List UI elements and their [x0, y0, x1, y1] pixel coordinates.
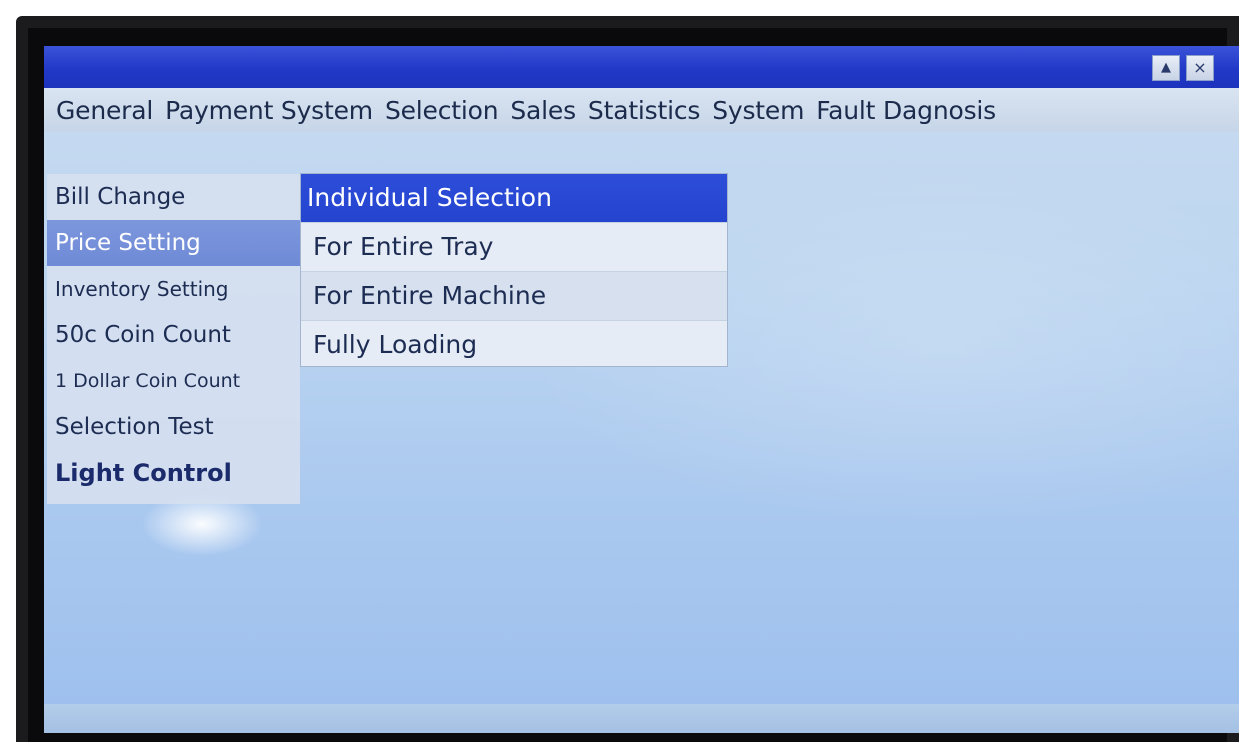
title-bar: ▲ ×: [44, 46, 1239, 88]
menu-item-price-setting[interactable]: Price Setting: [47, 220, 300, 266]
submenu-item-fully-loading[interactable]: Fully Loading: [301, 321, 727, 369]
menu-fault-diagnosis[interactable]: Fault Dagnosis: [816, 96, 996, 125]
close-button[interactable]: ×: [1186, 55, 1214, 81]
general-dropdown-menu: Bill Change Price Setting Inventory Sett…: [47, 174, 300, 504]
menu-item-50c-coin-count[interactable]: 50c Coin Count: [47, 312, 300, 358]
menu-general[interactable]: General: [56, 96, 153, 125]
close-icon: ×: [1193, 58, 1207, 77]
menu-bar: General Payment System Selection Sales S…: [44, 88, 1239, 132]
menu-item-bill-change[interactable]: Bill Change: [47, 174, 300, 220]
menu-statistics[interactable]: Statistics: [588, 96, 700, 125]
status-bar: [44, 704, 1239, 733]
menu-sales[interactable]: Sales: [510, 96, 576, 125]
screen: ▲ × General Payment System Selection Sal…: [44, 46, 1239, 733]
menu-item-1-dollar-coin-count[interactable]: 1 Dollar Coin Count: [47, 358, 300, 404]
submenu-item-individual-selection[interactable]: Individual Selection: [301, 174, 727, 223]
device-frame: ▲ × General Payment System Selection Sal…: [16, 16, 1239, 742]
price-setting-submenu: Individual Selection For Entire Tray For…: [300, 173, 728, 367]
menu-item-light-control[interactable]: Light Control: [47, 450, 300, 496]
scroll-up-button[interactable]: ▲: [1152, 55, 1180, 81]
triangle-up-icon: ▲: [1161, 60, 1171, 75]
submenu-item-for-entire-machine[interactable]: For Entire Machine: [301, 272, 727, 321]
menu-item-selection-test[interactable]: Selection Test: [47, 404, 300, 450]
menu-payment-system[interactable]: Payment System: [165, 96, 373, 125]
menu-item-inventory-setting[interactable]: Inventory Setting: [47, 266, 300, 312]
menu-system[interactable]: System: [712, 96, 804, 125]
submenu-item-for-entire-tray[interactable]: For Entire Tray: [301, 223, 727, 272]
menu-selection[interactable]: Selection: [385, 96, 499, 125]
